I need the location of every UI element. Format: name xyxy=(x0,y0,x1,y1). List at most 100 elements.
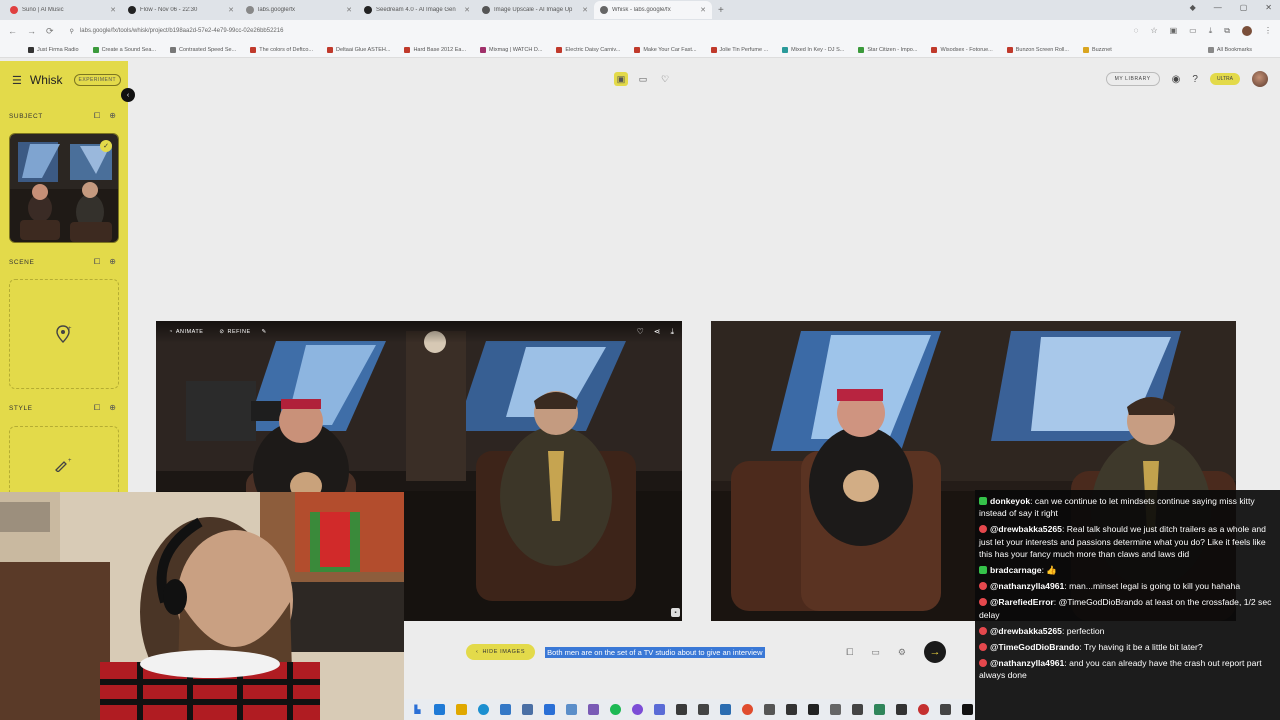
edge-icon[interactable] xyxy=(478,704,489,715)
bookmark[interactable]: Mixed In Key - DJ S... xyxy=(782,46,844,53)
chrome-icon[interactable] xyxy=(742,704,753,715)
bookmark[interactable]: Buzznet xyxy=(1082,46,1112,53)
bookmark[interactable]: The colors of Deftco... xyxy=(250,46,313,53)
browser-tab[interactable]: Flow - Nov 06 - 22:30 ✕ xyxy=(122,1,240,19)
eye-off-icon[interactable]: ◌ xyxy=(1134,26,1139,36)
app-icon[interactable] xyxy=(830,704,841,715)
url-field[interactable]: ⚲ labs.google/fx/tools/whisk/project/b19… xyxy=(63,23,1064,39)
back-icon[interactable]: ← xyxy=(8,26,17,36)
upload-icon[interactable]: ⧠ xyxy=(94,403,100,413)
download-icon[interactable]: ⤓ xyxy=(1209,26,1213,36)
selected-check-icon[interactable]: ✓ xyxy=(100,140,112,152)
edit-icon[interactable]: ✎ xyxy=(262,329,267,335)
profile-avatar[interactable] xyxy=(1242,26,1252,36)
close-icon[interactable]: ✕ xyxy=(346,6,352,14)
trash-icon[interactable]: ▪ xyxy=(671,608,680,617)
split-icon[interactable]: ⧉ xyxy=(1224,26,1230,36)
menu-icon[interactable]: ⋮ xyxy=(1264,26,1272,36)
favorites-heart-icon[interactable]: ♡ xyxy=(658,72,672,86)
heart-icon[interactable]: ♡ xyxy=(637,327,644,337)
app-icon[interactable] xyxy=(698,704,709,715)
user-avatar[interactable] xyxy=(1252,71,1268,87)
all-bookmarks[interactable]: All Bookmarks xyxy=(1207,46,1252,53)
animate-button[interactable]: ◔ ANIMATE xyxy=(164,326,208,338)
app-icon[interactable] xyxy=(962,704,973,715)
bookmark[interactable]: Make Your Car Fast... xyxy=(634,46,697,53)
subject-thumbnail[interactable]: ✓ xyxy=(9,133,119,243)
app-icon[interactable] xyxy=(522,704,533,715)
bookmark[interactable]: Jolie Tin Perfume ... xyxy=(710,46,768,53)
maximize-icon[interactable]: ▢ xyxy=(1240,3,1248,12)
add-icon[interactable]: ⊕ xyxy=(109,111,116,121)
app-icon[interactable] xyxy=(566,704,577,715)
close-icon[interactable]: ✕ xyxy=(464,6,470,14)
video-view-icon[interactable]: ▭ xyxy=(636,72,650,86)
new-tab-icon[interactable]: + xyxy=(718,5,724,16)
app-icon[interactable] xyxy=(654,704,665,715)
extensions-icon[interactable]: ▣ xyxy=(1170,26,1178,36)
close-icon[interactable]: ✕ xyxy=(582,6,588,14)
app-icon[interactable] xyxy=(896,704,907,715)
app-icon[interactable] xyxy=(434,704,445,715)
hamburger-menu-icon[interactable]: ☰ xyxy=(12,74,22,87)
bookmark[interactable]: Electric Daisy Carniv... xyxy=(556,46,620,53)
mail-icon[interactable] xyxy=(544,704,555,715)
my-library-button[interactable]: MY LIBRARY xyxy=(1105,72,1160,86)
browser-tab[interactable]: labs.google/fx ✕ xyxy=(240,1,358,19)
style-slot[interactable]: + xyxy=(9,426,119,501)
download-icon[interactable]: ⤓ xyxy=(670,327,674,337)
image-input-icon[interactable]: ▭ xyxy=(871,647,880,658)
app-icon[interactable] xyxy=(676,704,687,715)
scene-slot[interactable]: + xyxy=(9,279,119,389)
add-icon[interactable]: ⊕ xyxy=(109,403,116,413)
bookmark[interactable]: Deltaai Glue ASTEH... xyxy=(327,46,390,53)
reload-icon[interactable]: ⟳ xyxy=(46,26,54,37)
app-icon[interactable] xyxy=(632,704,643,715)
submit-arrow-button[interactable]: → xyxy=(924,641,946,663)
bookmark[interactable]: Hard Base 2012 Ea... xyxy=(404,46,466,53)
sidepanel-icon[interactable]: ▭ xyxy=(1189,26,1197,36)
app-icon[interactable] xyxy=(852,704,863,715)
star-icon[interactable]: ☆ xyxy=(1150,26,1157,36)
start-icon[interactable]: ▙ xyxy=(412,704,423,715)
share-icon[interactable]: ⋖ xyxy=(654,327,661,337)
site-info-icon[interactable]: ⚲ xyxy=(70,28,74,35)
forward-icon[interactable]: → xyxy=(27,26,36,36)
minimize-icon[interactable]: — xyxy=(1214,3,1222,12)
refine-button[interactable]: ⊘ REFINE xyxy=(214,326,255,338)
hide-images-button[interactable]: ‹ HIDE IMAGES xyxy=(466,644,536,660)
browser-tab[interactable]: Image Upscale - AI Image Up ✕ xyxy=(476,1,594,19)
app-icon[interactable] xyxy=(918,704,929,715)
bookmark[interactable]: Just Firma Radio xyxy=(28,46,79,53)
plan-badge[interactable]: ULTRA xyxy=(1209,73,1240,85)
image-view-icon[interactable]: ▣ xyxy=(614,72,628,86)
close-icon[interactable]: ✕ xyxy=(700,6,706,14)
app-icon[interactable] xyxy=(764,704,775,715)
bookmark[interactable]: Mixmag | WATCH D... xyxy=(480,46,542,53)
app-icon[interactable] xyxy=(940,704,951,715)
close-icon[interactable]: ✕ xyxy=(228,6,234,14)
app-icon[interactable] xyxy=(588,704,599,715)
discord-icon[interactable]: ◉ xyxy=(1172,74,1181,85)
browser-tab[interactable]: Suno | AI Music ✕ xyxy=(4,1,122,19)
app-icon[interactable] xyxy=(786,704,797,715)
bookmark[interactable]: Bunzon Screen Roll... xyxy=(1006,46,1069,53)
spotify-icon[interactable] xyxy=(610,704,621,715)
bookmark[interactable]: Create a Sound Sea... xyxy=(92,46,156,53)
aspect-ratio-icon[interactable]: ⧠ xyxy=(846,647,853,658)
bookmark[interactable]: Wisodsex - Fotorue... xyxy=(931,46,993,53)
close-icon[interactable]: ✕ xyxy=(110,6,116,14)
browser-tab-active[interactable]: Whisk - labs.google/fx ✕ xyxy=(594,1,712,19)
app-icon[interactable] xyxy=(808,704,819,715)
collapse-sidebar-icon[interactable]: ‹ xyxy=(121,88,135,102)
folder-icon[interactable] xyxy=(456,704,467,715)
help-icon[interactable]: ? xyxy=(1192,74,1198,85)
settings-sliders-icon[interactable]: ⚙ xyxy=(898,647,906,658)
app-icon[interactable] xyxy=(874,704,885,715)
profile-icon[interactable]: ◆ xyxy=(1190,3,1196,12)
app-icon[interactable] xyxy=(720,704,731,715)
prompt-input[interactable]: Both men are on the set of a TV studio a… xyxy=(545,646,765,658)
upload-icon[interactable]: ⧠ xyxy=(94,111,100,121)
bookmark[interactable]: Contrasted Speed Se... xyxy=(170,46,236,53)
upload-icon[interactable]: ⧠ xyxy=(94,257,100,267)
